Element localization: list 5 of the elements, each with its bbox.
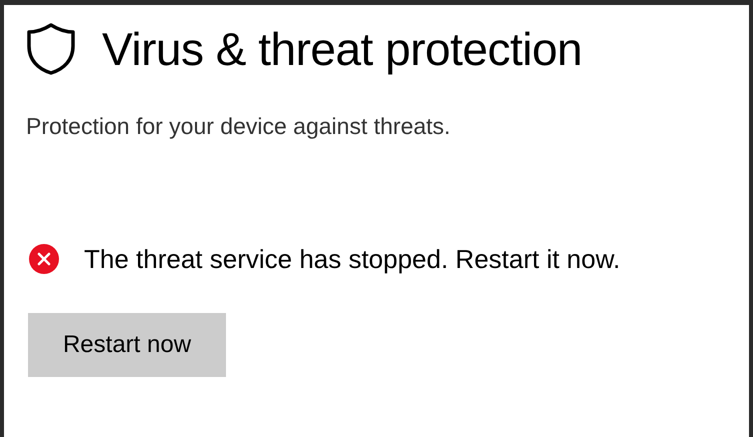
restart-button[interactable]: Restart now [28, 312, 226, 376]
alert-message: The threat service has stopped. Restart it now. [84, 242, 620, 276]
page-subtitle: Protection for your device against threats. [26, 112, 452, 141]
page-title: Virus & threat protection [102, 22, 582, 77]
shield-icon [26, 22, 76, 76]
